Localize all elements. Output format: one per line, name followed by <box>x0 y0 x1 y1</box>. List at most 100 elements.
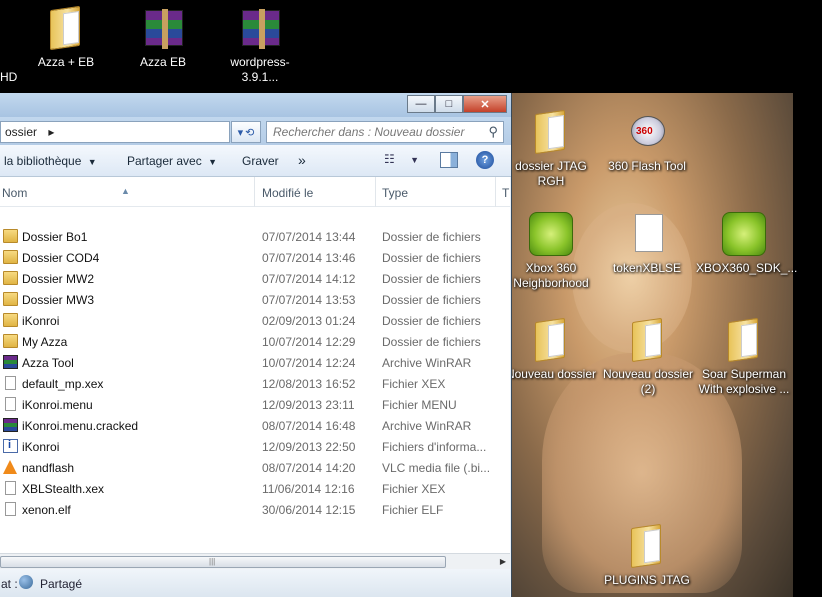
file-name: Azza Tool <box>22 356 74 370</box>
scrollbar-thumb[interactable]: ||| <box>0 556 446 568</box>
file-modified: 11/06/2014 12:16 <box>262 482 355 496</box>
status-label: at : <box>1 577 18 591</box>
file-row[interactable]: iKonroi 02/09/2013 01:24 Dossier de fichie… <box>0 310 500 331</box>
sort-ascending-icon: ▲ <box>121 186 130 196</box>
include-in-library-button[interactable]: la bibliothèque ▼ <box>4 154 97 168</box>
desktop-icon-label: Azza EB <box>139 55 187 69</box>
help-icon[interactable]: ? <box>476 151 494 169</box>
file-name: Dossier MW3 <box>22 293 95 307</box>
file-modified: 12/09/2013 23:11 <box>262 398 355 412</box>
desktop-icon-xbox-360-neighborhood[interactable]: Xbox 360 Neighborhood <box>503 210 599 291</box>
desktop-icon-nouveau-dossier-2[interactable]: Nouveau dossier (2) <box>600 316 696 397</box>
folder-icon <box>3 229 18 243</box>
file-row[interactable]: XBLStealth.xex 11/06/2014 12:16 Fichier XE… <box>0 478 500 499</box>
desktop-icon-nouveau-dossier[interactable]: Nouveau dossier <box>503 316 599 382</box>
breadcrumb-separator-icon[interactable]: ▸ <box>48 125 54 139</box>
desktop-icon-label: XBOX360_SDK_... <box>696 261 798 275</box>
file-row[interactable]: Dossier MW3 07/07/2014 13:53 Dossier de fi… <box>0 289 500 310</box>
file-name: My Azza <box>22 335 68 349</box>
file-name: iKonroi.menu <box>22 398 93 412</box>
winrar-archive-icon <box>139 4 187 52</box>
column-header-next[interactable]: T <box>502 186 509 200</box>
desktop-icon-label: tokenXBLSE <box>612 261 682 275</box>
folder-icon <box>3 271 18 285</box>
column-header-modified[interactable]: Modifié le <box>262 186 313 200</box>
file-row[interactable]: iKonroi.menu 12/09/2013 23:11 Fichier MENU <box>0 394 500 415</box>
file-icon <box>5 502 16 516</box>
file-modified: 02/09/2013 01:24 <box>262 314 356 328</box>
maximize-button[interactable]: □ <box>435 95 463 113</box>
file-modified: 30/06/2014 12:15 <box>262 503 356 517</box>
file-type: Dossier de fichiers <box>382 314 481 328</box>
chevron-down-icon: ▼ <box>87 157 97 167</box>
desktop-icon-azza-eb-folder[interactable]: Azza + EB <box>18 4 114 70</box>
desktop-icon-label: Nouveau dossier <box>505 367 597 381</box>
winrar-archive-icon <box>236 4 284 52</box>
minimize-button[interactable]: — <box>407 95 435 113</box>
file-row[interactable]: My Azza 10/07/2014 12:29 Dossier de fichie… <box>0 331 500 352</box>
search-icon: ⚲ <box>488 124 498 139</box>
folder-icon <box>3 292 18 306</box>
file-row[interactable]: Dossier Bo1 07/07/2014 13:44 Dossier de fi… <box>0 226 500 247</box>
file-name: XBLStealth.xex <box>22 482 105 496</box>
desktop-icon-360-flash-tool[interactable]: 360 Flash Tool <box>599 108 695 174</box>
folder-icon <box>527 316 575 364</box>
file-modified: 10/07/2014 12:29 <box>262 335 356 349</box>
folder-icon <box>3 313 18 327</box>
share-with-button[interactable]: Partager avec ▼ <box>127 154 217 168</box>
scroll-right-icon[interactable]: ▶ <box>500 557 506 566</box>
burn-button[interactable]: Graver <box>242 154 279 168</box>
desktop-icon-xbox360-sdk[interactable]: XBOX360_SDK_... <box>696 210 798 276</box>
file-row[interactable]: iKonroi.menu.cracked 08/07/2014 16:48 Arch… <box>0 415 500 436</box>
refresh-button[interactable]: ▾ ⟲ <box>231 121 261 143</box>
desktop-icon-dossier-jtag[interactable]: dossier JTAG RGH <box>503 108 599 189</box>
share-with-label: Partager avec <box>127 154 202 168</box>
desktop-icon-wordpress[interactable]: wordpress-3.9.1... <box>212 4 308 85</box>
column-header-row: ▲ Nom Modifié le Type T <box>0 177 510 207</box>
file-list-pane: ▲ Nom Modifié le Type T Dossier Bo1 07/07… <box>0 177 510 553</box>
file-modified: 07/07/2014 13:46 <box>262 251 356 265</box>
file-modified: 08/07/2014 16:48 <box>262 419 356 433</box>
search-input[interactable]: Rechercher dans : Nouveau dossier ⚲ <box>266 121 504 143</box>
change-view-button[interactable]: ☷ ▼ <box>384 152 432 170</box>
folder-icon <box>527 108 575 156</box>
file-type: Dossier de fichiers <box>382 251 481 265</box>
details-view-icon: ☷ <box>384 152 395 166</box>
desktop-icon-plugins-jtag[interactable]: PLUGINS JTAG <box>599 522 695 588</box>
horizontal-scrollbar[interactable]: ||| ▶ <box>0 553 510 569</box>
info-file-icon <box>3 439 18 453</box>
desktop-icon-soar-superman[interactable]: Soar Superman With explosive ... <box>696 316 792 397</box>
file-row[interactable]: default_mp.xex 12/08/2013 16:52 Fichier XE… <box>0 373 500 394</box>
folder-icon <box>3 334 18 348</box>
desktop-icon-label: Nouveau dossier (2) <box>602 367 694 396</box>
close-button[interactable]: ✕ <box>463 95 507 113</box>
file-row[interactable]: iKonroi 12/09/2013 22:50 Fichiers d'inform… <box>0 436 500 457</box>
desktop-icon-azza-eb-archive[interactable]: Azza EB <box>115 4 211 70</box>
folder-icon <box>720 316 768 364</box>
status-shared: Partagé <box>40 577 83 591</box>
file-modified: 10/07/2014 12:24 <box>262 356 356 370</box>
address-bar[interactable]: ossier ▸ <box>0 121 230 143</box>
address-row: ossier ▸ ▾ ⟲ Rechercher dans : Nouveau d… <box>0 117 511 145</box>
desktop-icon-label: Xbox 360 Neighborhood <box>513 261 589 290</box>
more-commands-button[interactable]: » <box>298 152 306 168</box>
file-type: VLC media file (.bi... <box>382 461 491 475</box>
file-name: default_mp.xex <box>22 377 104 391</box>
desktop-icon-tokenxblse[interactable]: tokenXBLSE <box>599 210 695 276</box>
chevron-down-icon: ▼ <box>410 155 420 165</box>
window-titlebar[interactable]: — □ ✕ <box>0 93 511 117</box>
details-status-bar: at : Partagé <box>0 569 510 597</box>
file-row[interactable]: Azza Tool 10/07/2014 12:24 Archive WinRAR <box>0 352 500 373</box>
file-row[interactable]: nandflash 08/07/2014 14:20 VLC media file … <box>0 457 500 478</box>
column-header-type[interactable]: Type <box>382 186 408 200</box>
vlc-icon <box>3 460 17 474</box>
command-toolbar: la bibliothèque ▼ Partager avec ▼ Graver… <box>0 145 511 177</box>
column-header-name[interactable]: Nom <box>2 186 27 200</box>
file-type: Fichier ELF <box>382 503 444 517</box>
file-row[interactable]: xenon.elf 30/06/2014 12:15 Fichier ELF <box>0 499 500 520</box>
file-icon <box>5 376 16 390</box>
file-row[interactable]: Dossier COD4 07/07/2014 13:46 Dossier de f… <box>0 247 500 268</box>
preview-pane-icon[interactable] <box>440 152 458 168</box>
chevron-down-icon: ▾ <box>237 126 244 139</box>
file-row[interactable]: Dossier MW2 07/07/2014 14:12 Dossier de fi… <box>0 268 500 289</box>
